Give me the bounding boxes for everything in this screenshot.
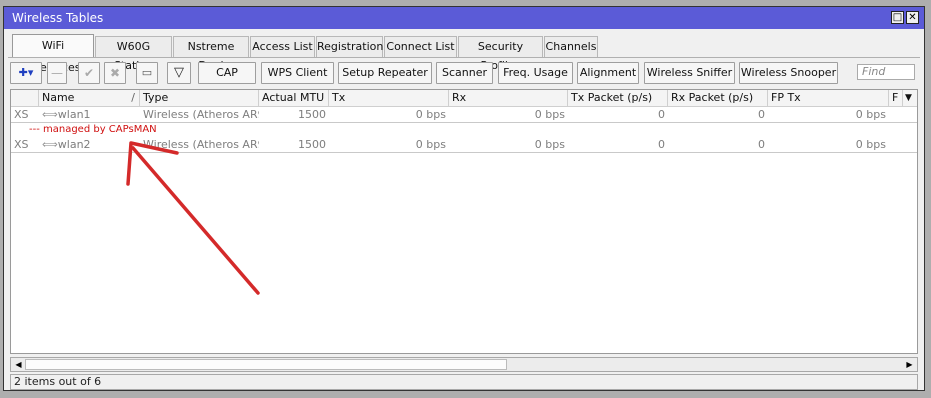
tab-divider <box>8 57 920 58</box>
disable-button[interactable]: ✖ <box>104 62 126 84</box>
row-tx-packet: 0 <box>658 108 665 121</box>
status-bar: 2 items out of 6 <box>10 374 918 390</box>
tab-connect-list[interactable]: Connect List <box>384 36 457 57</box>
row-fp-tx: 0 bps <box>855 108 886 121</box>
window-title: Wireless Tables <box>12 11 104 25</box>
row-rx: 0 bps <box>534 108 565 121</box>
find-input[interactable]: Find <box>857 64 915 80</box>
col-f[interactable]: F <box>889 90 903 106</box>
sort-indicator: / <box>131 91 135 104</box>
table-row[interactable]: XS ⟺wlan1 Wireless (Atheros AR9... 1500 … <box>11 107 917 123</box>
wireless-tables-window: Wireless Tables □ ✕ WiFi Interfaces W60G… <box>3 6 925 391</box>
tab-registration[interactable]: Registration <box>316 36 383 57</box>
col-rx[interactable]: Rx <box>449 90 568 106</box>
wireless-sniffer-button[interactable]: Wireless Sniffer <box>644 62 735 84</box>
table-header: Name / Type Actual MTU Tx Rx Tx Packet (… <box>11 90 917 107</box>
tab-access-list[interactable]: Access List <box>250 36 315 57</box>
alignment-button[interactable]: Alignment <box>577 62 639 84</box>
toolbar: ✚▾ — ✔ ✖ ▭ ▽ CAP WPS Client Setup Repeat… <box>4 59 924 87</box>
col-type[interactable]: Type <box>140 90 259 106</box>
col-actual-mtu[interactable]: Actual MTU <box>259 90 329 106</box>
tab-nstreme-dual[interactable]: Nstreme Dual <box>173 36 249 72</box>
row-rx-packet: 0 <box>758 138 765 151</box>
row-flags: XS <box>14 138 29 151</box>
col-flags[interactable] <box>11 90 39 106</box>
row-mtu: 1500 <box>298 108 326 121</box>
cap-button[interactable]: CAP <box>198 62 256 84</box>
scroll-left-icon[interactable]: ◀ <box>12 358 25 371</box>
col-tx[interactable]: Tx <box>329 90 449 106</box>
add-button[interactable]: ✚▾ <box>10 62 42 84</box>
scroll-right-icon[interactable]: ▶ <box>903 358 916 371</box>
row-rx: 0 bps <box>534 138 565 151</box>
remove-button[interactable]: — <box>47 62 67 84</box>
col-name[interactable]: Name / <box>39 90 140 106</box>
scroll-thumb[interactable] <box>25 359 507 370</box>
comment-button[interactable]: ▭ <box>136 62 158 84</box>
enable-button[interactable]: ✔ <box>78 62 100 84</box>
close-button[interactable]: ✕ <box>906 11 919 24</box>
interfaces-table: Name / Type Actual MTU Tx Rx Tx Packet (… <box>10 89 918 354</box>
row-name: ⟺wlan1 <box>42 108 91 121</box>
restore-button[interactable]: □ <box>891 11 904 24</box>
col-rx-packet[interactable]: Rx Packet (p/s) <box>668 90 768 106</box>
wireless-snooper-button[interactable]: Wireless Snooper <box>739 62 838 84</box>
row-type: Wireless (Atheros AR9... <box>143 138 259 151</box>
columns-menu-icon[interactable]: ▼ <box>903 90 917 106</box>
row-tx: 0 bps <box>415 108 446 121</box>
tab-security-profiles[interactable]: Security Profiles <box>458 36 543 72</box>
wps-client-button[interactable]: WPS Client <box>261 62 334 84</box>
scanner-button[interactable]: Scanner <box>436 62 493 84</box>
tab-wifi-interfaces[interactable]: WiFi Interfaces <box>12 34 94 74</box>
tab-channels[interactable]: Channels <box>544 36 598 57</box>
managed-by-capsman-note: --- managed by CAPsMAN <box>29 124 157 135</box>
col-tx-packet[interactable]: Tx Packet (p/s) <box>568 90 668 106</box>
col-fp-tx[interactable]: FP Tx <box>768 90 889 106</box>
filter-button[interactable]: ▽ <box>167 62 191 84</box>
horizontal-scrollbar[interactable]: ◀ ▶ <box>10 357 918 372</box>
row-type: Wireless (Atheros AR9... <box>143 108 259 121</box>
interface-icon: ⟺ <box>42 138 58 151</box>
freq-usage-button[interactable]: Freq. Usage <box>498 62 573 84</box>
row-name: ⟺wlan2 <box>42 138 91 151</box>
table-row[interactable]: XS ⟺wlan2 Wireless (Atheros AR9... 1500 … <box>11 137 917 153</box>
title-bar[interactable]: Wireless Tables □ ✕ <box>4 7 924 29</box>
row-rx-packet: 0 <box>758 108 765 121</box>
row-tx-packet: 0 <box>658 138 665 151</box>
row-tx: 0 bps <box>415 138 446 151</box>
tab-w60g-station[interactable]: W60G Station <box>95 36 172 72</box>
row-fp-tx: 0 bps <box>855 138 886 151</box>
row-mtu: 1500 <box>298 138 326 151</box>
setup-repeater-button[interactable]: Setup Repeater <box>338 62 432 84</box>
interface-icon: ⟺ <box>42 108 58 121</box>
row-flags: XS <box>14 108 29 121</box>
